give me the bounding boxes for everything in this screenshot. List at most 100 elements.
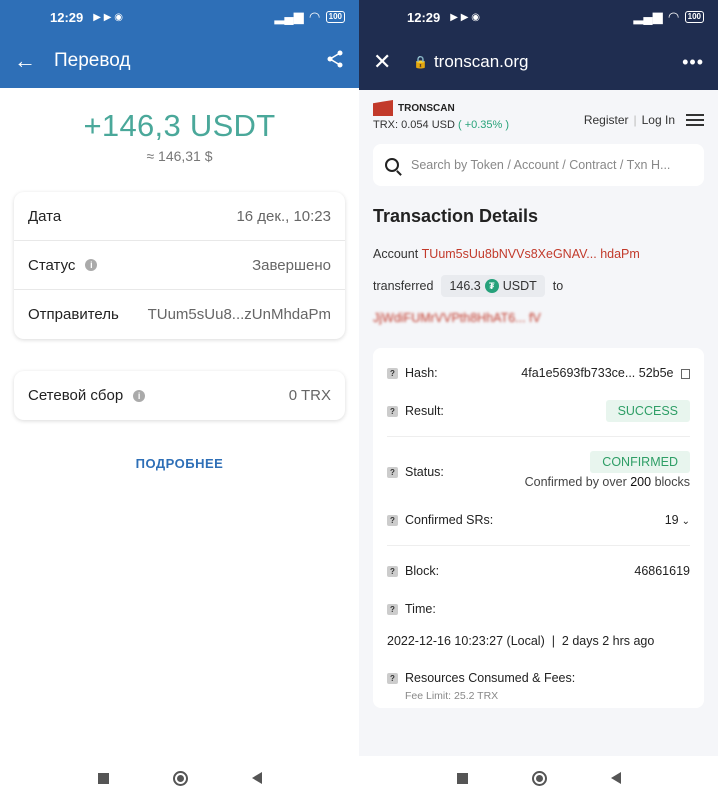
status-row: ? Status: CONFIRMED Confirmed by over 20… (387, 443, 690, 501)
confirmed-by-prefix: Confirmed by over (524, 475, 627, 489)
battery-icon: 100 (325, 11, 345, 23)
row-label: Отправитель (28, 306, 119, 323)
row-value: 0 TRX (288, 387, 331, 404)
system-icons: ▂▄▆ ◠ 100 (274, 9, 345, 25)
status-label: Status: (405, 465, 444, 479)
more-options-icon[interactable]: ••• (682, 52, 704, 73)
row-label: Дата (28, 207, 62, 225)
help-icon[interactable]: ? (387, 367, 398, 379)
search-bar[interactable]: Search by Token / Account / Contract / T… (373, 144, 704, 186)
logo-icon (373, 100, 393, 116)
details-card: Дата 16 дек., 10:23 Статус i Завершено О… (14, 192, 345, 339)
divider: | (633, 113, 637, 127)
help-icon[interactable]: ? (387, 603, 398, 615)
info-icon[interactable]: i (85, 259, 98, 271)
home-icon[interactable] (531, 770, 547, 786)
transferred-label: transferred (373, 279, 434, 293)
status-time: 12:29 (50, 9, 84, 25)
brand-name: TRONSCAN (398, 102, 455, 114)
battery-icon: 100 (684, 11, 704, 23)
back-arrow-icon[interactable]: ← (14, 48, 46, 74)
fee-card: Сетевой сбор i 0 TRX (14, 371, 345, 420)
help-icon[interactable]: ? (387, 466, 398, 478)
hash-label: Hash: (405, 366, 438, 380)
row-sender[interactable]: Отправитель TUum5sUu8...zUnMhdaPm (14, 290, 345, 339)
token-amount: 146.3 (449, 279, 481, 293)
status-bar: 12:29 ▶ ▶ ◉ ▂▄▆ ◠ 100 (0, 0, 359, 34)
info-icon[interactable]: i (133, 389, 146, 402)
search-input[interactable]: Search by Token / Account / Contract / T… (411, 158, 670, 172)
srs-dropdown[interactable]: 19 ⌄ (665, 513, 690, 527)
row-value: 16 дек., 10:23 (236, 207, 331, 225)
signal-icon: ▂▄▆ (633, 9, 663, 24)
block-value[interactable]: 46861619 (634, 564, 690, 578)
recents-icon[interactable] (456, 772, 468, 784)
row-date: Дата 16 дек., 10:23 (14, 192, 345, 241)
back-icon[interactable] (251, 772, 262, 784)
back-icon[interactable] (610, 772, 621, 784)
time-value-line: 2022-12-16 10:23:27 (Local) | 2 days 2 h… (387, 634, 655, 648)
help-icon[interactable]: ? (387, 405, 398, 417)
share-icon[interactable] (325, 49, 345, 74)
status-badge: CONFIRMED (590, 451, 690, 473)
more-details-button[interactable]: ПОДРОБНЕЕ (0, 456, 359, 471)
help-icon[interactable]: ? (387, 514, 398, 526)
divider (387, 436, 690, 437)
divider (387, 545, 690, 546)
register-link[interactable]: Register (584, 113, 629, 127)
row-status: Статус i Завершено (14, 241, 345, 290)
url-text[interactable]: tronscan.org (434, 52, 529, 72)
account-address-link[interactable]: TUum5sUu8bNVVs8XeGNAV... hdaPm (422, 247, 640, 261)
auth-links: Register | Log In (584, 100, 704, 140)
time-label: Time: (405, 602, 436, 616)
transfer-amount: +146,3 USDT (83, 108, 276, 143)
time-value: 2022-12-16 10:23:27 (Local) (387, 634, 545, 648)
time-row: ? Time: (387, 590, 690, 628)
signal-icon: ▂▄▆ (274, 9, 304, 24)
help-icon[interactable]: ? (387, 672, 398, 684)
login-link[interactable]: Log In (642, 113, 675, 127)
chevron-down-icon: ⌄ (681, 516, 690, 527)
result-label: Result: (405, 404, 444, 418)
srs-label: Confirmed SRs: (405, 513, 494, 527)
result-row: ? Result: SUCCESS (387, 392, 690, 430)
time-ago: 2 days 2 hrs ago (561, 634, 655, 648)
status-value-wrap: CONFIRMED Confirmed by over 200 blocks (525, 451, 690, 489)
fee-limit: Fee Limit: 25.2 TRX (405, 690, 499, 702)
recipient-address-link[interactable]: JjWdiFUMrVVPth8HhAT6... fV (373, 311, 541, 325)
notification-icons: ▶ ▶ ◉ (450, 11, 480, 23)
hash-row: ? Hash: 4fa1e5693fb733ce... 52b5e (387, 354, 690, 392)
browser-pane: 12:29 ▶ ▶ ◉ ▂▄▆ ◠ 100 ✕ 🔒 tronscan.org •… (359, 0, 718, 800)
price-change: ( +0.35% ) (457, 119, 510, 131)
account-line: Account TUum5sUu8bNVVs8XeGNAV... hdaPm (359, 238, 718, 270)
wifi-icon: ◠ (668, 9, 679, 24)
token-symbol[interactable]: USDT (503, 279, 537, 293)
block-row: ? Block: 46861619 (387, 552, 690, 590)
row-label: Сетевой сбор (28, 387, 124, 404)
recents-icon[interactable] (97, 772, 109, 784)
srs-value: 19 (664, 513, 679, 527)
confirmed-by: Confirmed by over 200 blocks (525, 475, 690, 489)
account-label: Account (373, 247, 419, 261)
amount-block: +146,3 USDT ≈ 146,31 $ (0, 88, 359, 192)
help-icon[interactable]: ? (387, 565, 398, 577)
confirmed-by-count: 200 (630, 475, 652, 489)
status-bar: 12:29 ▶ ▶ ◉ ▂▄▆ ◠ 100 (359, 0, 718, 34)
details-panel: ? Hash: 4fa1e5693fb733ce... 52b5e ? Resu… (373, 348, 704, 708)
page-title: Перевод (54, 50, 131, 71)
hash-value-wrap: 4fa1e5693fb733ce... 52b5e (521, 366, 690, 380)
resources-row: ? Resources Consumed & Fees: (387, 666, 690, 690)
close-icon[interactable]: ✕ (373, 49, 413, 75)
to-label: to (552, 279, 564, 293)
token-amount-pill: 146.3 ₮ USDT (441, 275, 545, 297)
status-time: 12:29 (407, 9, 441, 25)
row-network-fee: Сетевой сбор i 0 TRX (14, 371, 345, 420)
copy-icon[interactable] (681, 368, 690, 379)
android-nav-bar (359, 756, 718, 800)
row-value: TUum5sUu8...zUnMhdaPm (147, 306, 331, 323)
home-icon[interactable] (172, 770, 188, 786)
tronscan-logo[interactable]: TRONSCAN (373, 100, 509, 116)
recipient-line: JjWdiFUMrVVPth8HhAT6... fV (359, 302, 718, 334)
menu-icon[interactable] (686, 114, 704, 126)
tether-icon: ₮ (484, 279, 499, 293)
